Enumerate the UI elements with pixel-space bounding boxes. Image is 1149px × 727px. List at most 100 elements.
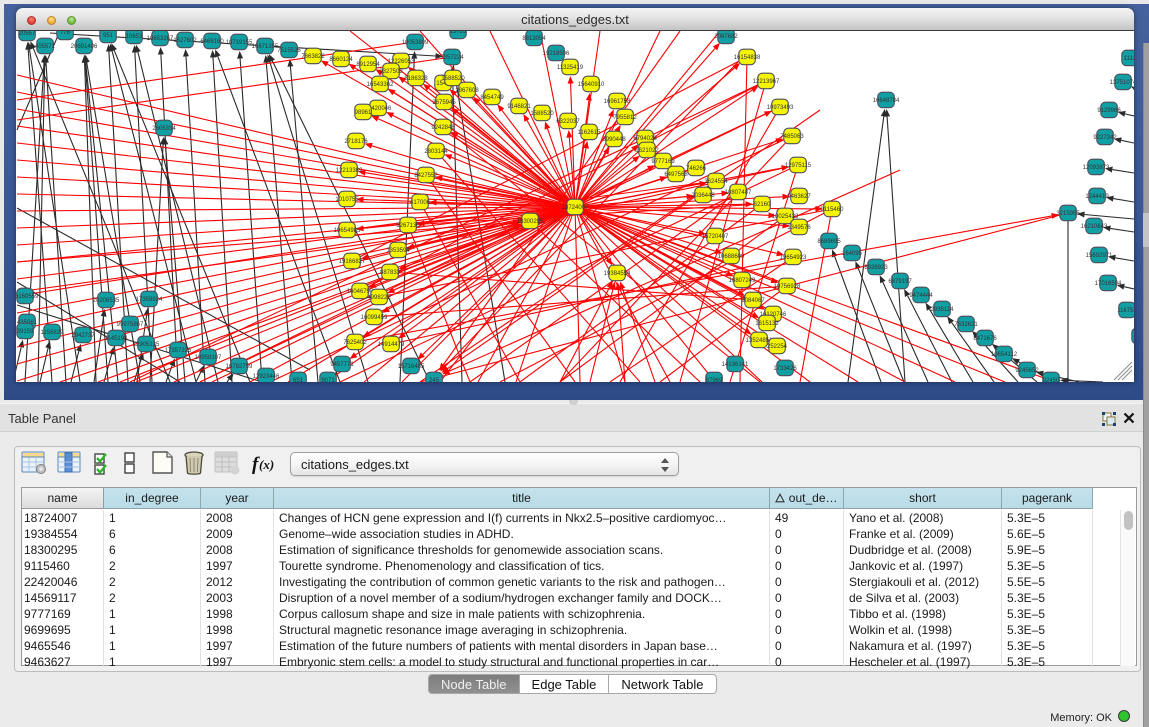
svg-text:19384554: 19384554 [604,271,631,277]
svg-text:2803144: 2803144 [424,149,448,155]
svg-text:20206535: 20206535 [93,298,120,304]
svg-text:1588520: 1588520 [441,76,465,82]
svg-text:9474444: 9474444 [909,293,933,299]
svg-text:1145194: 1145194 [105,336,129,342]
svg-text:8912954: 8912954 [356,62,380,68]
svg-text:8454749: 8454749 [480,95,504,101]
svg-text:10853267: 10853267 [147,36,174,42]
svg-text:20691406: 20691406 [71,44,98,50]
svg-text:10973493: 10973493 [767,105,794,111]
svg-text:17357225: 17357225 [165,348,192,354]
svg-text:7632621: 7632621 [954,322,978,328]
svg-text:19654985: 19654985 [334,228,361,234]
svg-text:1621022: 1621022 [635,148,659,154]
svg-text:87969: 87969 [706,378,723,382]
svg-text:417006: 417006 [410,200,431,206]
svg-text:1010755: 1010755 [335,197,359,203]
svg-text:2605334: 2605334 [152,126,176,132]
svg-text:16099459: 16099459 [361,315,388,321]
svg-text:7357224: 7357224 [440,55,464,61]
svg-text:6466160: 6466160 [200,39,224,45]
svg-text:10688609: 10688609 [718,254,745,260]
svg-text:3215955: 3215955 [1056,211,1080,217]
svg-text:17359924: 17359924 [136,297,163,303]
svg-text:12093873: 12093873 [1083,165,1110,171]
svg-text:11325419: 11325419 [557,65,584,71]
svg-text:951: 951 [103,33,114,39]
svg-text:9115460: 9115460 [821,207,845,213]
svg-text:19756928: 19756928 [774,284,801,290]
svg-text:16782759: 16782759 [226,364,253,370]
svg-text:10654112: 10654112 [991,352,1018,358]
svg-text:20557: 20557 [19,31,36,37]
svg-text:746266: 746266 [686,166,707,172]
svg-text:8427552: 8427552 [414,173,438,179]
svg-text:8938923: 8938923 [864,265,888,271]
svg-text:1353594: 1353594 [386,248,410,254]
svg-text:10958107: 10958107 [195,355,222,361]
svg-text:3675945: 3675945 [432,100,456,106]
svg-text:98961: 98961 [355,110,372,116]
svg-text:2935114: 2935114 [931,307,955,313]
svg-text:2087682: 2087682 [714,34,738,40]
svg-text:1244419: 1244419 [1085,194,1109,200]
svg-text:16210643: 16210643 [1081,224,1108,230]
svg-text:18300295: 18300295 [517,219,544,225]
svg-text:16154838: 16154838 [734,55,761,61]
svg-text:8471676: 8471676 [973,336,997,342]
svg-text:1588520: 1588520 [530,111,554,117]
svg-text:6794028: 6794028 [633,136,657,142]
svg-text:9146821: 9146821 [507,104,531,110]
svg-text:17016504: 17016504 [1095,281,1122,287]
svg-text:7515526: 7515526 [277,48,301,54]
svg-text:887833: 887833 [380,270,401,276]
svg-text:8689695: 8689695 [817,239,841,245]
svg-text:7625402: 7625402 [343,340,367,346]
svg-text:1162615: 1162615 [578,130,602,136]
svg-text:16671355: 16671355 [252,44,279,50]
svg-text:9245652: 9245652 [1015,368,1039,374]
svg-text:8990448: 8990448 [602,137,626,143]
svg-text:778: 778 [60,31,71,36]
svg-text:116753: 116753 [1117,308,1134,314]
svg-text:8660124: 8660124 [329,57,353,63]
svg-text:9777169: 9777169 [651,159,675,165]
svg-text:8813054: 8813054 [522,36,546,42]
svg-text:2718176: 2718176 [344,139,368,145]
svg-text:3624554: 3624554 [704,179,728,185]
svg-text:9071: 9071 [321,378,335,382]
svg-text:9227342: 9227342 [1093,135,1117,141]
svg-text:39159: 39159 [17,329,34,335]
svg-text:10807487: 10807487 [725,190,752,196]
svg-text:18807249: 18807249 [729,278,756,284]
svg-text:99975867: 99975867 [117,322,144,328]
svg-text:9463627: 9463627 [787,194,811,200]
svg-text:6322037: 6322037 [556,119,580,125]
svg-text:3267130: 3267130 [396,223,420,229]
svg-text:62160: 62160 [754,202,771,208]
svg-text:15716485: 15716485 [398,364,425,370]
svg-text:2036448: 2036448 [691,193,715,199]
svg-text:2867608: 2867608 [455,88,479,94]
svg-text:19218506: 19218506 [543,51,570,57]
svg-text:18724007: 18724007 [562,205,589,211]
svg-text:26160559: 26160559 [16,294,39,300]
svg-text:12905135: 12905135 [133,342,160,348]
svg-text:4998222: 4998222 [367,295,391,301]
svg-text:(x): (x) [259,457,274,472]
svg-text:13751074: 13751074 [1110,80,1134,86]
svg-text:9327503: 9327503 [379,69,403,75]
svg-text:9084067: 9084067 [741,298,765,304]
svg-text:252254: 252254 [767,344,788,350]
svg-text:19166827: 19166827 [339,259,366,265]
svg-text:15720407: 15720407 [702,234,729,240]
svg-text:7955812: 7955812 [613,115,637,121]
svg-text:16648784: 16648784 [873,98,900,104]
svg-text:651: 651 [293,378,304,382]
svg-text:15692971: 15692971 [1086,253,1113,259]
svg-text:16543362: 16543362 [367,82,394,88]
svg-text:19654923: 19654923 [780,255,807,261]
svg-text:12923446: 12923446 [253,374,280,380]
svg-text:16961758: 16961758 [604,99,631,105]
svg-text:7485063: 7485063 [780,134,804,140]
